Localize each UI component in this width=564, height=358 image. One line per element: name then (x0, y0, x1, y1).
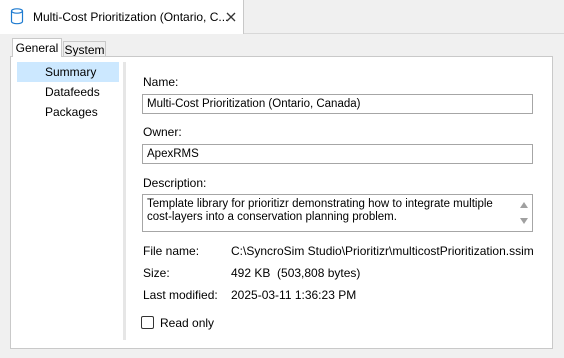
last-modified-value: 2025-03-11 1:36:23 PM (231, 288, 357, 302)
read-only-checkbox[interactable] (141, 316, 154, 329)
nav-list: Summary Datafeeds Packages (17, 62, 119, 122)
last-modified-label: Last modified: (143, 288, 218, 302)
nav-divider (123, 62, 126, 340)
description-label: Description: (143, 176, 207, 190)
name-label: Name: (143, 75, 179, 89)
size-label: Size: (143, 266, 170, 280)
nav-item-packages[interactable]: Packages (17, 102, 119, 122)
scroll-down-icon[interactable] (518, 215, 530, 227)
owner-label: Owner: (143, 125, 182, 139)
scroll-up-icon[interactable] (518, 199, 530, 211)
read-only-label[interactable]: Read only (160, 316, 214, 330)
file-name-value: C:\SyncroSim Studio\Prioritizr\multicost… (231, 244, 534, 258)
tab-strip-divider (244, 33, 564, 34)
close-icon[interactable] (223, 9, 239, 25)
document-tab[interactable]: Multi-Cost Prioritization (Ontario, C... (0, 0, 244, 34)
file-name-label: File name: (143, 244, 200, 258)
size-value: 492 KB (503,808 bytes) (231, 266, 361, 280)
document-tab-title: Multi-Cost Prioritization (Ontario, C... (33, 10, 229, 24)
name-field[interactable]: Multi-Cost Prioritization (Ontario, Cana… (142, 94, 533, 114)
nav-item-datafeeds[interactable]: Datafeeds (17, 82, 119, 102)
description-field[interactable]: Template library for prioritizr demonstr… (142, 194, 533, 232)
owner-field[interactable]: ApexRMS (142, 144, 533, 164)
nav-item-summary[interactable]: Summary (17, 62, 119, 82)
database-icon (10, 8, 24, 25)
tab-general[interactable]: General (12, 38, 62, 57)
tab-system[interactable]: System (63, 41, 106, 57)
